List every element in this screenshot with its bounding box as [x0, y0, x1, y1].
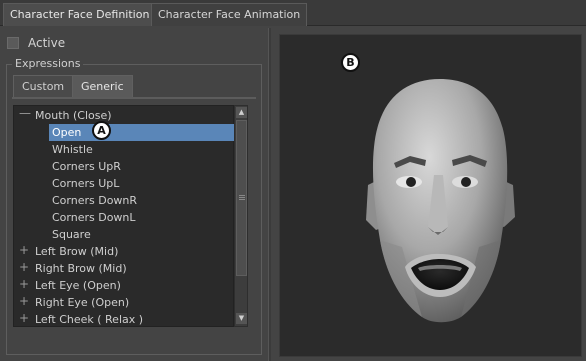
- panel-splitter[interactable]: [268, 28, 271, 361]
- expand-icon[interactable]: +: [19, 260, 29, 274]
- tree-scrollbar[interactable]: ▲ ▼: [234, 105, 248, 327]
- subtab-custom[interactable]: Custom: [13, 75, 74, 97]
- grip-line: [239, 195, 245, 196]
- subtab-divider: [12, 97, 256, 99]
- expression-tree[interactable]: — Mouth (Close) Open Whistle Corners UpR…: [13, 105, 236, 328]
- tab-character-face-animation[interactable]: Character Face Animation: [151, 3, 308, 26]
- expand-icon[interactable]: +: [19, 294, 29, 308]
- tree-item-whistle[interactable]: Whistle: [52, 141, 93, 158]
- face-model-render: [366, 79, 515, 323]
- face-3d-viewport[interactable]: [279, 34, 582, 357]
- scrollbar-thumb[interactable]: [236, 120, 247, 276]
- callout-a: A: [92, 121, 111, 140]
- subtab-generic[interactable]: Generic: [72, 75, 133, 97]
- tree-item-right-eye[interactable]: Right Eye (Open): [35, 294, 129, 311]
- tab-character-face-definition[interactable]: Character Face Definition: [3, 3, 157, 26]
- grip-line: [239, 199, 245, 200]
- collapse-icon[interactable]: —: [19, 106, 31, 120]
- tree-item-corners-upr[interactable]: Corners UpR: [52, 158, 121, 175]
- tree-item-left-brow[interactable]: Left Brow (Mid): [35, 243, 118, 260]
- scroll-up-arrow-icon[interactable]: ▲: [236, 107, 247, 118]
- tree-item-square[interactable]: Square: [52, 226, 91, 243]
- tree-item-right-brow[interactable]: Right Brow (Mid): [35, 260, 127, 277]
- tree-item-left-eye[interactable]: Left Eye (Open): [35, 277, 121, 294]
- active-checkbox[interactable]: [7, 37, 19, 49]
- scroll-down-arrow-icon[interactable]: ▼: [236, 313, 247, 324]
- expressions-group-title: Expressions: [12, 57, 84, 70]
- active-checkbox-label: Active: [28, 36, 66, 50]
- expand-icon[interactable]: +: [19, 277, 29, 291]
- tree-item-corners-upl[interactable]: Corners UpL: [52, 175, 119, 192]
- expand-icon[interactable]: +: [19, 243, 29, 257]
- tree-item-left-cheek[interactable]: Left Cheek ( Relax ): [35, 311, 143, 328]
- tree-item-corners-downr[interactable]: Corners DownR: [52, 192, 137, 209]
- grip-line: [239, 197, 245, 198]
- tree-item-corners-downl[interactable]: Corners DownL: [52, 209, 136, 226]
- tree-item-open[interactable]: Open: [49, 124, 236, 141]
- callout-b: B: [341, 53, 360, 72]
- expand-icon[interactable]: +: [19, 311, 29, 325]
